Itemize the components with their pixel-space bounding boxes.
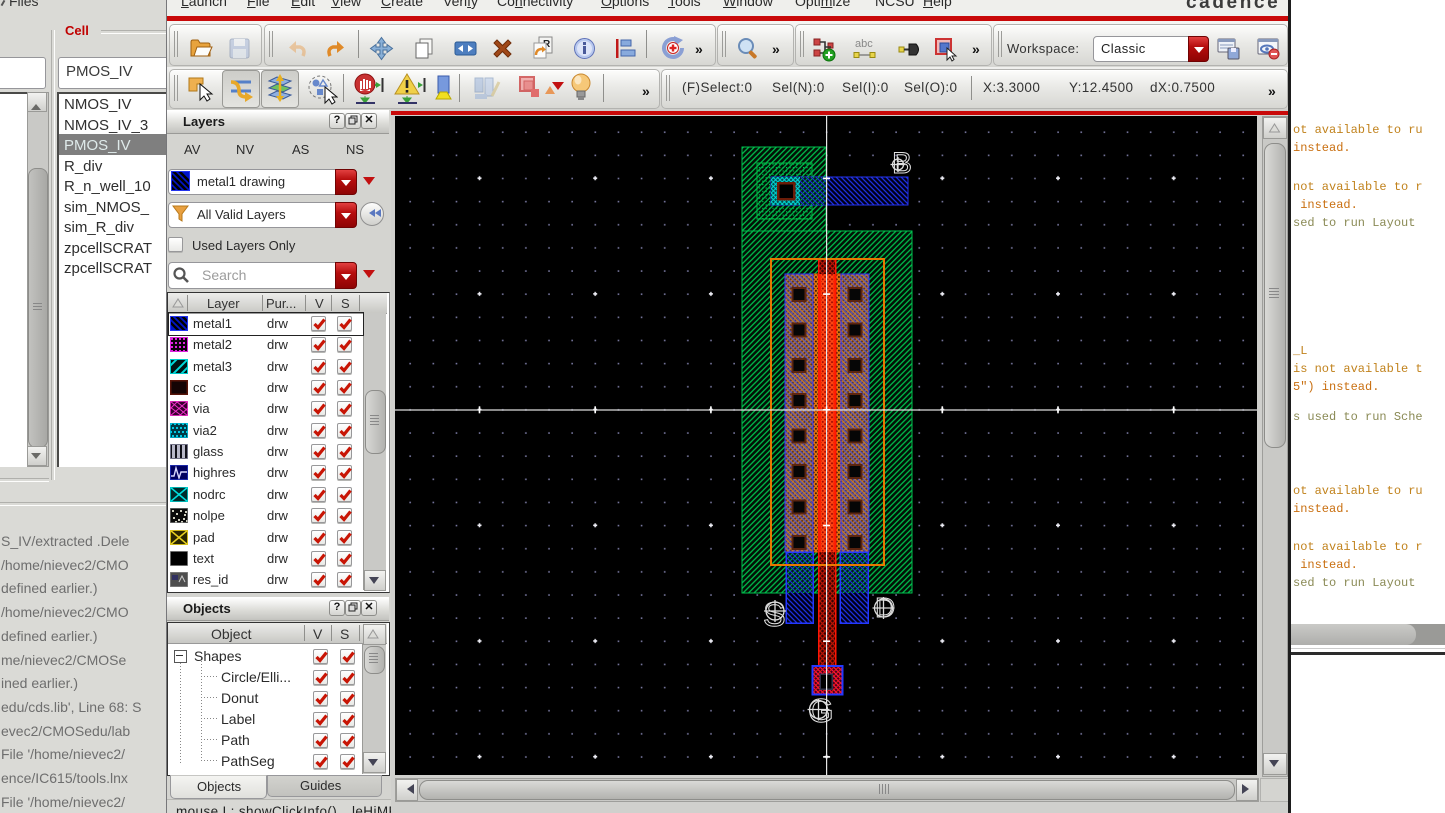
svg-text:B: B [892,147,912,180]
svg-text:abc: abc [855,38,873,50]
svg-text:G: G [808,692,834,729]
